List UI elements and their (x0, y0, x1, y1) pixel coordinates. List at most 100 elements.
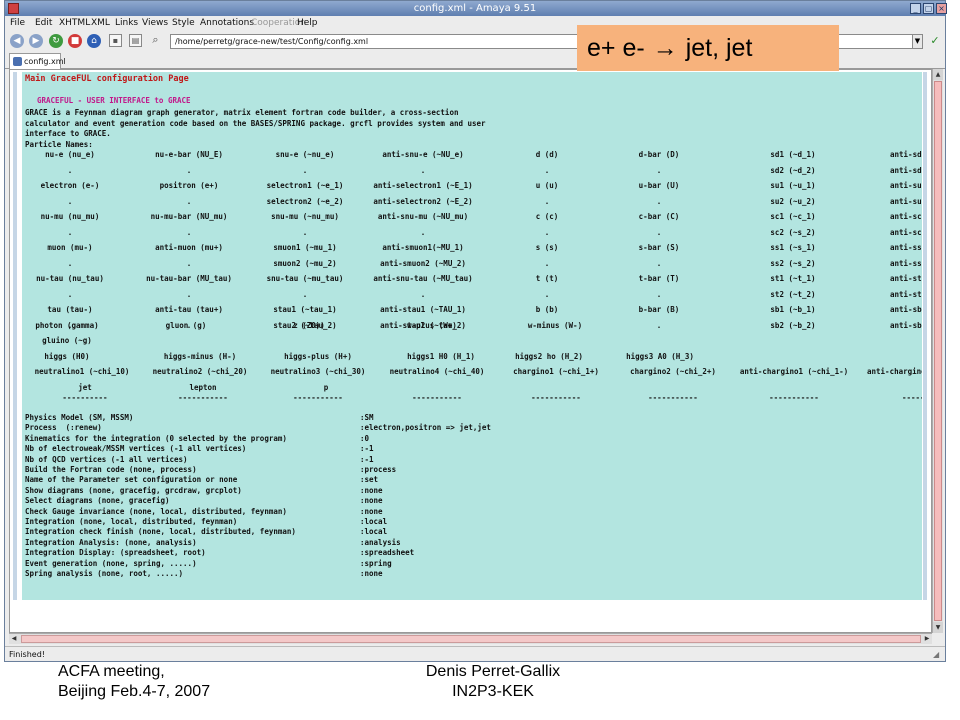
particle-name: anti-sc1 (890, 212, 922, 221)
menu-xhtml[interactable]: XHTML (59, 16, 90, 31)
particle-name: u-bar (U) (638, 181, 680, 190)
scroll-down-icon[interactable]: ▼ (933, 622, 943, 633)
particle-name: sd2 (~d_2) (770, 165, 816, 175)
footer-left-line1: ACFA meeting, (58, 663, 165, 680)
particle-name: . (656, 258, 662, 268)
setting-label: Nb of electroweak/MSSM vertices (-1 all … (25, 444, 247, 454)
menu-xml[interactable]: XML (91, 16, 110, 31)
particle-name: anti-su1 (890, 181, 922, 190)
separator: ----------- (531, 393, 581, 402)
horizontal-scroll-thumb[interactable] (21, 635, 921, 643)
menu-views[interactable]: Views (142, 16, 168, 31)
menu-edit[interactable]: Edit (35, 16, 52, 31)
intro-line: calculator and event generation code bas… (25, 118, 486, 128)
scroll-right-icon[interactable]: ▶ (922, 634, 932, 644)
address-dropdown-icon[interactable]: ▼ (912, 34, 923, 49)
minimize-icon[interactable]: _ (910, 3, 921, 14)
particle-name: ss2 (~s_2) (770, 258, 816, 268)
group-name: p (323, 383, 329, 392)
setting-label: Integration Analysis: (none, analysis) (25, 537, 197, 547)
menu-file[interactable]: File (10, 16, 25, 31)
forward-icon[interactable]: ▶ (29, 34, 43, 48)
amaya-window: config.xml - Amaya 9.51 _ ▢ × File Edit … (4, 0, 947, 662)
stop-icon[interactable]: ■ (68, 34, 82, 48)
save-icon[interactable]: ▪ (109, 34, 122, 47)
particle-name: anti-st2 (890, 289, 922, 299)
menu-annotations[interactable]: Annotations (200, 16, 254, 31)
setting-value: :local (360, 527, 388, 537)
vertical-scrollbar[interactable]: ▲ ▼ (932, 69, 943, 633)
config-document[interactable]: Main GraceFUL configuration Page GRACEFUL… (22, 72, 922, 600)
tab-config-xml[interactable]: config.xml (9, 53, 66, 69)
setting-value: :0 (360, 433, 370, 443)
status-bar: Finished! ◢ (5, 646, 945, 662)
setting-value: :none (360, 496, 383, 506)
separator: ---------- (62, 393, 108, 402)
particle-name: c-bar (C) (638, 212, 680, 221)
menu-links[interactable]: Links (115, 16, 138, 31)
particle-name: sd1 (~d_1) (770, 150, 816, 159)
title-bar: config.xml - Amaya 9.51 _ ▢ × (5, 1, 947, 16)
slide: config.xml - Amaya 9.51 _ ▢ × File Edit … (0, 0, 960, 720)
boson-name: w-minus (W-) (527, 321, 583, 330)
footer-center-line2: IN2P3-KEK (452, 683, 534, 700)
particle-name: anti-sb1 (890, 305, 922, 314)
go-icon[interactable]: ✓ (928, 34, 942, 48)
particle-name: anti-selectron2 (~E_2) (373, 196, 473, 206)
maximize-icon[interactable]: ▢ (923, 3, 934, 14)
setting-label: Event generation (none, spring, .....) (25, 558, 197, 568)
neutralino-name: anti-chargino1 (~chi_1-) (739, 367, 849, 376)
document-area[interactable]: Main GraceFUL configuration Page GRACEFUL… (9, 69, 932, 633)
resize-grip-icon[interactable]: ◢ (933, 650, 943, 660)
status-text: Finished! (9, 650, 45, 659)
setting-value: :none (360, 506, 383, 516)
gluino-name: gluino (~g) (42, 336, 92, 345)
particle-name: su2 (~u_2) (770, 196, 816, 206)
scroll-up-icon[interactable]: ▲ (933, 69, 943, 80)
setting-label: Integration (none, local, distributed, f… (25, 517, 238, 526)
print-icon[interactable]: ▤ (129, 34, 142, 47)
footer-center: Denis Perret-Gallix IN2P3-KEK (393, 662, 593, 702)
setting-label: Check Gauge invariance (none, local, dis… (25, 506, 287, 516)
document-icon (13, 57, 22, 66)
particle-name: d-bar (D) (638, 150, 680, 159)
particle-name: anti-sb2 (890, 320, 922, 330)
particle-name: anti-su2 (890, 196, 922, 206)
find-icon[interactable]: ⌕ (149, 34, 162, 47)
setting-value: :analysis (360, 537, 401, 547)
neutralino-name: neutralino4 (~chi_40) (389, 367, 485, 376)
particle-header: Particle Names: (25, 140, 93, 149)
footer-left-line2: Beijing Feb.4-7, 2007 (58, 683, 211, 700)
close-icon[interactable]: × (936, 3, 947, 14)
menu-help[interactable]: Help (297, 16, 318, 31)
back-icon[interactable]: ◀ (10, 34, 24, 48)
boson-name: gluon (g) (165, 321, 207, 330)
particle-name: anti-selectron1 (~E_1) (373, 181, 473, 190)
particle-name: su1 (~u_1) (770, 181, 816, 190)
home-icon[interactable]: ⌂ (87, 34, 101, 48)
process-callout: e+ e- → jet, jet (577, 25, 839, 71)
setting-value: :process (360, 465, 397, 474)
particle-name: anti-sc2 (890, 227, 922, 237)
scroll-left-icon[interactable]: ◀ (9, 634, 19, 644)
particle-name: . (656, 165, 662, 175)
particle-name: anti-snu-e (~NU_e) (382, 150, 464, 159)
neutralino-name: neutralino3 (~chi_30) (270, 367, 366, 376)
reload-icon[interactable]: ↻ (49, 34, 63, 48)
menu-style[interactable]: Style (172, 16, 195, 31)
setting-label: Select diagrams (none, gracefig) (25, 496, 170, 506)
particle-name: anti-ss1 (890, 243, 922, 252)
neutralino-name: neutralino2 (~chi_20) (152, 367, 248, 376)
intro-line: interface to GRACE. (25, 129, 111, 138)
boson-name: w-plus (W+) (407, 321, 457, 330)
horizontal-scrollbar[interactable]: ◀ ▶ (9, 633, 932, 644)
setting-value: :electron,positron => jet,jet (360, 423, 491, 433)
setting-value: :none (360, 485, 383, 495)
setting-value: :spring (360, 558, 392, 568)
particle-name: sb1 (~b_1) (770, 305, 816, 314)
particle-name: sc2 (~s_2) (770, 227, 816, 237)
vertical-scroll-thumb[interactable] (934, 81, 942, 621)
setting-label: Name of the Parameter set configuration … (25, 475, 238, 485)
particle-name: . (656, 196, 662, 206)
particle-name: . (656, 227, 662, 237)
